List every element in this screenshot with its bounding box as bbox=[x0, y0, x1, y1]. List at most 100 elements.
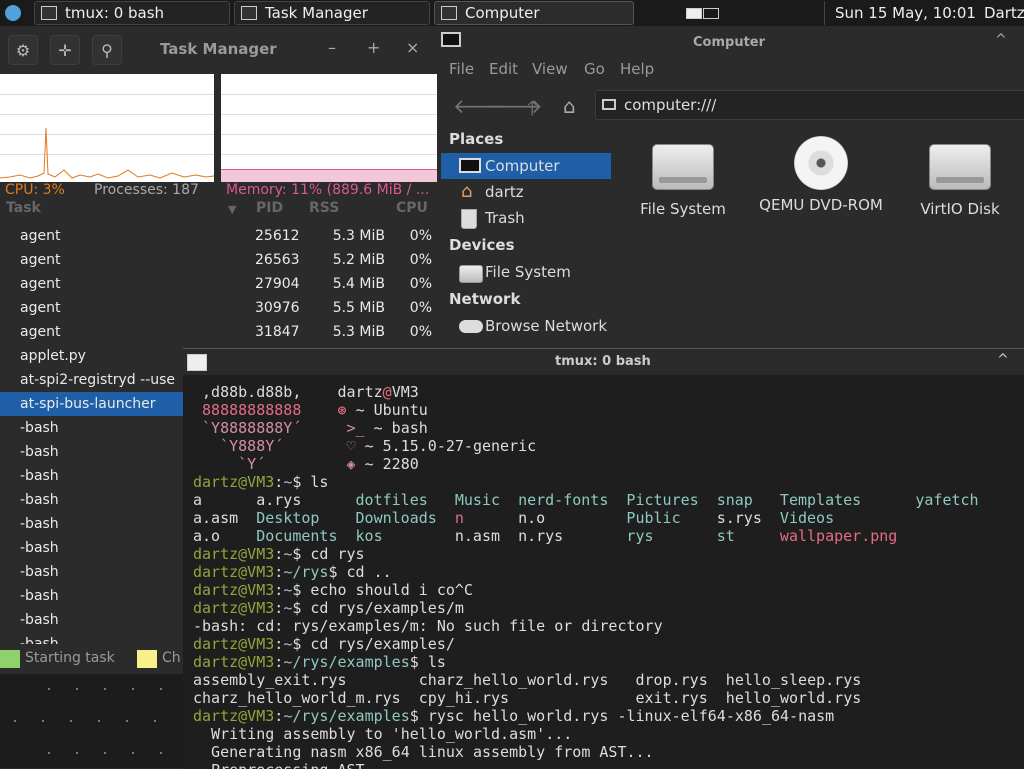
task-manager-window-icon bbox=[241, 6, 257, 20]
fetch-pkgs: ~ 2280 bbox=[364, 455, 419, 473]
memory-usage-label: Memory: 11% (889.6 MiB / ... bbox=[226, 182, 430, 198]
maximize-button[interactable]: + bbox=[367, 38, 380, 57]
cpu-usage-label: CPU: 3% bbox=[5, 182, 65, 198]
column-cpu[interactable]: CPU bbox=[396, 200, 428, 216]
error-text: -bash: cd: rys/examples/m: No such file … bbox=[193, 617, 663, 635]
crosshair-button[interactable]: ✛ bbox=[50, 35, 80, 65]
cell-task: -bash bbox=[20, 612, 59, 628]
sidebar-item-dartz[interactable]: ⌂ dartz bbox=[441, 179, 611, 205]
computer-window-icon bbox=[441, 32, 461, 47]
memory-usage-fill bbox=[221, 169, 437, 182]
table-row[interactable]: agent 30976 5.5 MiB 0% bbox=[0, 296, 437, 320]
sidebar-item-file-system[interactable]: File System bbox=[441, 259, 611, 285]
cell-rss: 5.3 MiB bbox=[332, 324, 385, 340]
cell-task: -bash bbox=[20, 588, 59, 604]
cell-task: agent bbox=[20, 324, 61, 340]
terminal-line: Writing assembly to 'hello_world.asm'... bbox=[193, 725, 1024, 743]
item-file-system[interactable]: File System bbox=[613, 136, 753, 218]
settings-button[interactable]: ⚙ bbox=[8, 35, 38, 65]
table-row[interactable]: agent 26563 5.2 MiB 0% bbox=[0, 248, 437, 272]
item-virtio-disk[interactable]: VirtIO Disk bbox=[890, 136, 1024, 218]
prompt-path: ~/rys/examples bbox=[283, 707, 410, 725]
ls-entry: hello_world.rys bbox=[725, 689, 862, 707]
hard-disk-icon bbox=[652, 144, 714, 190]
prompt-path: ~ bbox=[283, 545, 293, 563]
up-arrow-icon[interactable]: 🡑 bbox=[527, 94, 537, 128]
ls-entry: assembly_exit.rys bbox=[193, 671, 347, 689]
prompt-path: ~/rys/examples bbox=[283, 653, 410, 671]
cpu-graph bbox=[0, 74, 214, 182]
prompt-path: ~ bbox=[283, 599, 293, 617]
sidebar-item-computer[interactable]: Computer bbox=[441, 153, 611, 179]
close-button[interactable]: × bbox=[406, 38, 419, 57]
starting-task-swatch bbox=[0, 650, 20, 668]
menu-edit[interactable]: Edit bbox=[489, 60, 518, 78]
prompt-sep: : bbox=[274, 653, 284, 671]
fetch-kernel: ~ 5.15.0-27-generic bbox=[364, 437, 537, 455]
menu-file[interactable]: File bbox=[449, 60, 474, 78]
cell-task: -bash bbox=[20, 492, 59, 508]
fetch-user: dartz bbox=[337, 383, 383, 401]
clock[interactable]: Sun 15 May, 10:01 bbox=[835, 1, 976, 25]
terminal-line: Generating nasm x86_64 linux assembly fr… bbox=[193, 743, 1024, 761]
workspace-switcher[interactable] bbox=[686, 1, 722, 25]
ls-output-row: a a.rys dotfiles Music nerd-fonts Pictures sna… bbox=[193, 491, 1024, 509]
ls-entry: Desktop bbox=[256, 509, 320, 527]
command-text: cd rys bbox=[310, 545, 365, 563]
ascii-art: `Y888Y´ bbox=[193, 437, 284, 455]
menu-help[interactable]: Help bbox=[620, 60, 654, 78]
taskbar-item-task-manager[interactable]: Task Manager bbox=[234, 1, 430, 25]
cell-rss: 5.4 MiB bbox=[332, 276, 385, 292]
task-manager-titlebar: ⚙ ✛ ⚲ Task Manager – + × bbox=[0, 26, 437, 74]
command-text: cd rys/examples/m bbox=[310, 599, 464, 617]
cell-task: -bash bbox=[20, 468, 59, 484]
column-task[interactable]: Task bbox=[6, 200, 41, 216]
devices-heading: Devices bbox=[449, 236, 515, 254]
table-row[interactable]: agent 27904 5.4 MiB 0% bbox=[0, 272, 437, 296]
terminal-window-icon bbox=[187, 354, 207, 371]
maximize-chevron-icon[interactable]: ^ bbox=[995, 32, 1007, 48]
item-dvd-rom[interactable]: QEMU DVD-ROM bbox=[751, 136, 891, 214]
package-icon: ◈ bbox=[346, 455, 356, 473]
summary-bar: CPU: 3% Processes: 187 Memory: 11% (889.… bbox=[0, 182, 437, 200]
search-button[interactable]: ⚲ bbox=[92, 35, 122, 65]
ascii-art: `Y´ bbox=[193, 455, 266, 473]
ls-output-row: assembly_exit.rys charz_hello_world.rys dr… bbox=[193, 671, 1024, 689]
terminal-line: `Y888Y´ ♡ ~ 5.15.0-27-generic bbox=[193, 437, 1024, 455]
sidebar-item-trash[interactable]: Trash bbox=[441, 205, 611, 231]
ls-entry: st bbox=[716, 527, 735, 545]
app-menu-button[interactable] bbox=[2, 1, 24, 25]
sidebar: Places Computer ⌂ dartz Trash Devices Fi… bbox=[437, 126, 612, 346]
menu-view[interactable]: View bbox=[532, 60, 568, 78]
user-menu[interactable]: Dartz bbox=[984, 1, 1024, 25]
table-row[interactable]: agent 25612 5.3 MiB 0% bbox=[0, 224, 437, 248]
column-rss[interactable]: RSS bbox=[309, 200, 339, 216]
maximize-chevron-icon[interactable]: ^ bbox=[997, 352, 1009, 368]
ls-entry: a.asm bbox=[193, 509, 239, 527]
prompt-sep: : bbox=[274, 707, 284, 725]
cell-task: agent bbox=[20, 276, 61, 292]
crosshair-icon: ✛ bbox=[58, 40, 72, 60]
hard-disk-icon bbox=[459, 265, 483, 283]
prompt-user: dartz@VM3 bbox=[193, 635, 275, 653]
minimize-button[interactable]: – bbox=[328, 38, 336, 57]
taskbar-item-tmux[interactable]: tmux: 0 bash bbox=[34, 1, 230, 25]
starting-task-label: Starting task bbox=[25, 650, 115, 666]
prompt-sigil: $ bbox=[292, 545, 311, 563]
terminal-output[interactable]: ,d88b.d88b, dartz@VM3 88888888888 ⊛ ~ Ub… bbox=[193, 383, 1024, 769]
sidebar-item-browse-network[interactable]: Browse Network bbox=[441, 313, 611, 339]
taskbar-item-computer[interactable]: Computer bbox=[434, 1, 634, 25]
prompt-user: dartz@VM3 bbox=[193, 563, 275, 581]
menu-go[interactable]: Go bbox=[584, 60, 605, 78]
location-bar[interactable]: computer:/// bbox=[595, 90, 1024, 120]
prompt-sigil: $ bbox=[292, 473, 311, 491]
prompt-sep: : bbox=[274, 473, 284, 491]
ls-entry: charz_hello_world.rys bbox=[418, 671, 609, 689]
column-pid[interactable]: PID bbox=[256, 200, 283, 216]
ls-output-row: a.asm Desktop Downloads n n.o Public s.rys Vide… bbox=[193, 509, 1024, 527]
table-row[interactable]: agent 31847 5.3 MiB 0% bbox=[0, 320, 437, 344]
home-icon[interactable]: ⌂ bbox=[563, 94, 576, 118]
terminal-line: `Y8888888Y´ >_ ~ bash bbox=[193, 419, 1024, 437]
